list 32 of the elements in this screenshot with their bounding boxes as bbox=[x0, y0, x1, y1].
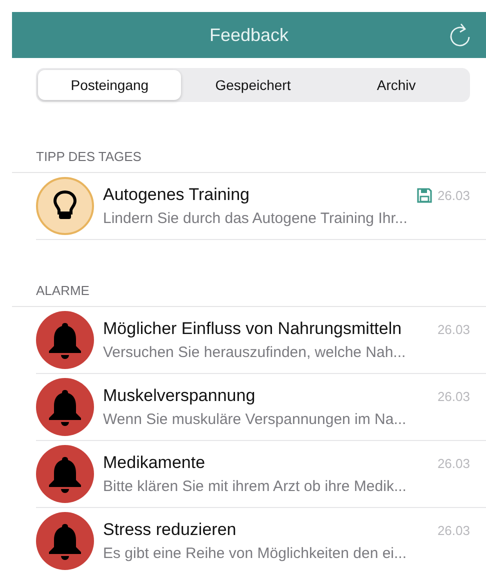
message-title: Medikamente bbox=[103, 453, 206, 473]
message-row[interactable]: Möglicher Einfluss von Nahrungsmitteln 26.03 Versuchen Sie herauszufinden, welche Nah... bbox=[36, 307, 486, 374]
message-title: Stress reduzieren bbox=[103, 520, 236, 540]
message-title: Muskelverspannung bbox=[103, 386, 256, 406]
message-title: Möglicher Einfluss von Nahrungsmitteln bbox=[103, 319, 402, 339]
message-row[interactable]: Muskelverspannung 26.03 Wenn Sie muskuläre Verspannungen im Na... bbox=[36, 374, 486, 441]
tab[interactable]: Posteingang bbox=[38, 70, 182, 100]
section-header: ALARME bbox=[12, 268, 486, 307]
message-date: 26.03 bbox=[437, 522, 470, 538]
bell-icon bbox=[47, 455, 83, 493]
message-preview: Bitte klären Sie mit ihrem Arzt ob ihre Medik... bbox=[103, 478, 408, 495]
message-date: 26.03 bbox=[437, 456, 470, 470]
lightbulb-icon bbox=[53, 190, 77, 222]
message-preview: Wenn Sie muskuläre Verspannungen im Na... bbox=[103, 411, 408, 428]
message-preview: Lindern Sie durch das Autogene Training Ihr... bbox=[103, 210, 408, 227]
tab[interactable]: Gespeichert bbox=[181, 70, 325, 100]
message-date: 26.03 bbox=[437, 188, 470, 202]
header-title: Feedback bbox=[209, 24, 289, 46]
message-preview: Versuchen Sie herauszufinden, welche Nah... bbox=[103, 344, 407, 361]
refresh-icon[interactable] bbox=[448, 23, 472, 49]
tab[interactable]: Archiv bbox=[324, 70, 468, 100]
bell-icon bbox=[47, 321, 83, 359]
section-header: TIPP DES TAGES bbox=[12, 134, 486, 173]
message-date: 26.03 bbox=[437, 388, 470, 404]
message-title: Autogenes Training bbox=[103, 185, 250, 205]
message-row[interactable]: Medikamente 26.03 Bitte klären Sie mit ihrem Arzt ob ihre Medik... bbox=[36, 441, 486, 508]
message-row[interactable]: Stress reduzieren 26.03 Es gibt eine Reihe von Möglichkeiten den ei... bbox=[36, 508, 486, 575]
message-preview: Es gibt eine Reihe von Möglichkeiten den ei... bbox=[103, 545, 408, 562]
message-row[interactable]: Autogenes Training 26.03 Lindern Sie durch das Autogene Training Ihr... bbox=[36, 173, 486, 240]
bell-icon bbox=[47, 522, 83, 560]
bell-icon bbox=[47, 388, 83, 426]
message-date: 26.03 bbox=[437, 322, 470, 336]
